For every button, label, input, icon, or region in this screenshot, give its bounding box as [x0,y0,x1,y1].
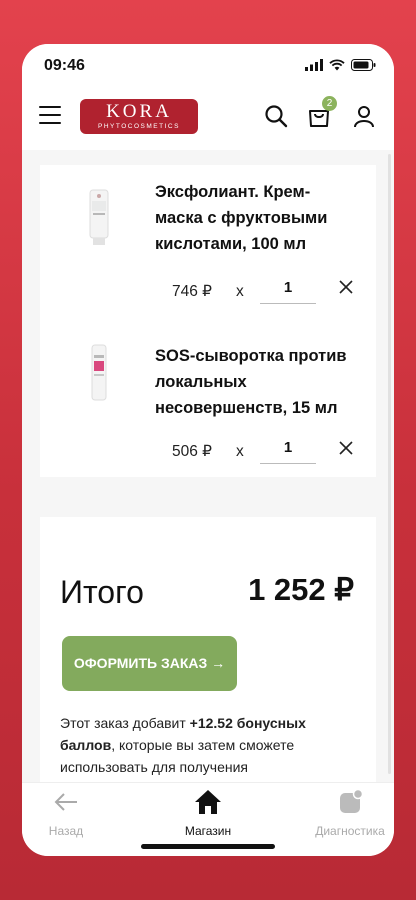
checkout-button[interactable]: ОФОРМИТЬ ЗАКАЗ → [62,636,237,691]
arrow-left-icon [54,793,77,811]
product-image[interactable] [76,343,122,413]
logo-text: KORA [106,101,172,122]
nav-diagnostics[interactable]: Диагностика [300,788,394,838]
scrollbar[interactable] [388,154,391,774]
quantity-input[interactable]: 1 [260,278,316,304]
status-icons [305,59,376,71]
total-value: 1 252 ₽ [248,572,354,607]
bonus-prefix: Этот заказ добавит [60,715,190,731]
home-icon [195,790,221,814]
remove-item-icon[interactable] [338,279,354,295]
app-header: KORA PHYTOCOSMETICS [22,90,394,150]
product-name[interactable]: Эксфолиант. Крем-маска с фруктовыми кисл… [155,179,355,257]
menu-icon[interactable] [39,106,61,126]
phone-screen: 09:46 KORA PHYTOCOSMETICS 2 Эксфолиант. … [22,44,394,856]
cart-items-card: Эксфолиант. Крем-маска с фруктовыми кисл… [40,165,376,477]
cart-count-badge: 2 [322,96,337,111]
product-price: 746 ₽ [172,283,213,300]
multiply-sign: x [236,443,244,460]
nav-label: Диагностика [315,824,385,838]
brand-logo[interactable]: KORA PHYTOCOSMETICS [80,99,198,134]
nav-back[interactable]: Назад [22,789,116,838]
remove-item-icon[interactable] [338,440,354,456]
diagnostics-icon [340,788,364,813]
signal-icon [305,59,323,71]
order-summary-card: Итого 1 252 ₽ ОФОРМИТЬ ЗАКАЗ → Этот зака… [40,517,376,807]
status-bar: 09:46 [22,44,394,90]
quantity-input[interactable]: 1 [260,438,316,464]
product-price: 506 ₽ [172,443,213,460]
search-icon[interactable] [264,104,288,128]
nav-label: Назад [48,824,84,838]
status-time: 09:46 [44,57,85,74]
wifi-icon [329,59,345,71]
multiply-sign: x [236,283,244,300]
nav-shop[interactable]: Магазин [158,789,258,838]
total-label: Итого [60,574,144,610]
nav-label: Магазин [184,824,232,838]
bonus-text: Этот заказ добавит +12.52 бонусных балло… [60,712,350,778]
home-indicator [141,844,275,849]
product-image[interactable] [76,187,122,257]
logo-subtitle: PHYTOCOSMETICS [98,123,180,130]
product-name[interactable]: SOS-сыворотка против локальных несоверше… [155,343,355,421]
battery-icon [351,59,376,71]
user-icon[interactable] [352,104,376,128]
